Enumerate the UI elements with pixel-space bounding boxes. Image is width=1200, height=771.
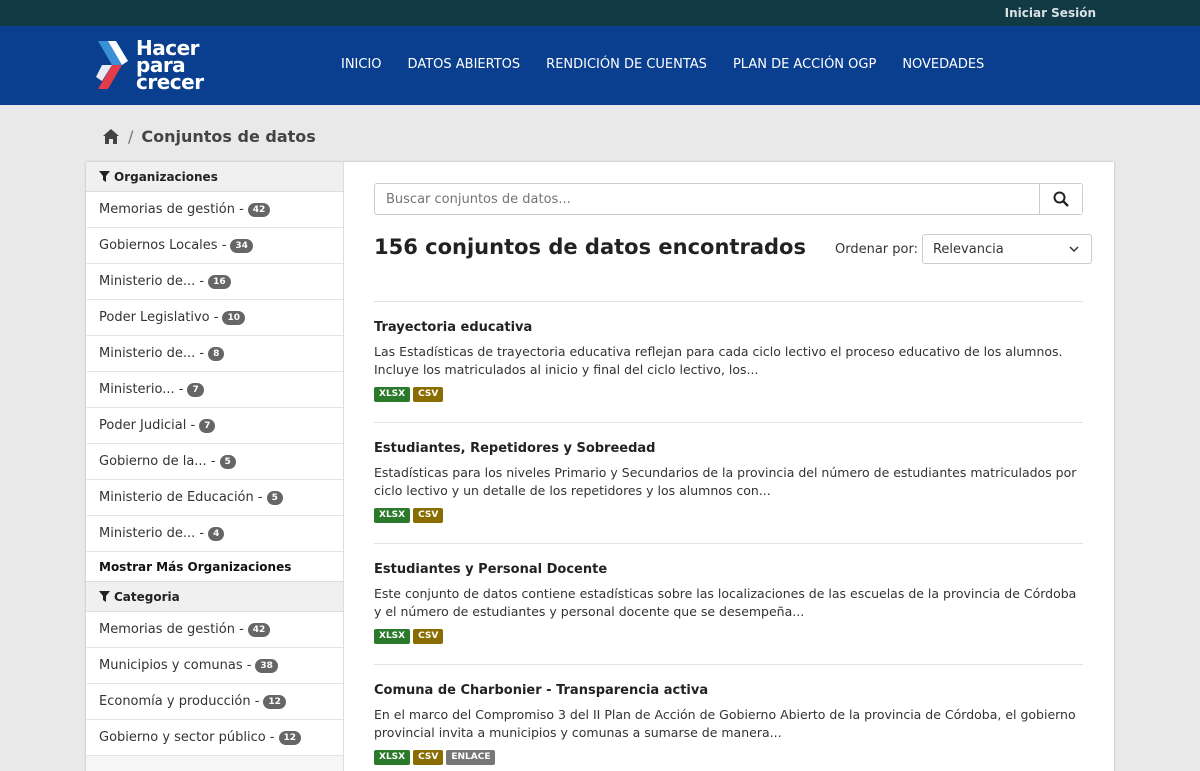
facet-item-category[interactable]: Gobierno y sector público -12 <box>86 720 343 756</box>
login-link[interactable]: Iniciar Sesión <box>1005 6 1096 20</box>
show-more-organizations-link[interactable]: Mostrar Más Organizaciones <box>86 552 343 582</box>
sort-control: Ordenar por: Relevancia <box>835 234 1092 264</box>
count-badge: 12 <box>263 694 286 709</box>
site-logo[interactable]: Hacer para crecer <box>96 35 204 94</box>
format-badge-xlsx[interactable]: XLSX <box>374 629 411 644</box>
facet-item-organization[interactable]: Gobierno de la... -5 <box>86 444 343 480</box>
count-badge: 5 <box>219 454 236 469</box>
dataset-item: Comuna de Charbonier - Transparencia act… <box>374 664 1083 771</box>
logo-text: Hacer para crecer <box>136 35 204 94</box>
dataset-title[interactable]: Estudiantes, Repetidores y Sobreedad <box>374 441 1083 456</box>
nav-datos-abiertos[interactable]: DATOS ABIERTOS <box>408 57 521 72</box>
breadcrumb: / Conjuntos de datos <box>102 127 316 146</box>
format-list: XLSX CSV <box>374 629 1083 644</box>
count-badge: 16 <box>208 274 231 289</box>
facet-item-organization[interactable]: Ministerio de... -4 <box>86 516 343 552</box>
dataset-description: Las Estadísticas de trayectoria educativ… <box>374 344 1063 377</box>
format-list: XLSX CSV ENLACE <box>374 750 1083 765</box>
results-content: 156 conjuntos de datos encontrados Orden… <box>344 162 1114 771</box>
search-form <box>374 183 1083 215</box>
dataset-title[interactable]: Comuna de Charbonier - Transparencia act… <box>374 683 1083 698</box>
facet-item-organization[interactable]: Gobiernos Locales -34 <box>86 228 343 264</box>
facet-item-category[interactable]: Economía y producción -12 <box>86 684 343 720</box>
dataset-list: Trayectoria educativa Las Estadísticas d… <box>374 301 1083 771</box>
facet-item-organization[interactable]: Ministerio de... -8 <box>86 336 343 372</box>
format-list: XLSX CSV <box>374 508 1083 523</box>
main-nav: INICIO DATOS ABIERTOS RENDICIÓN DE CUENT… <box>341 57 1010 72</box>
main-wrapper: Organizaciones Memorias de gestión -42 G… <box>86 162 1114 771</box>
count-badge: 10 <box>222 310 245 325</box>
dataset-description: En el marco del Compromiso 3 del II Plan… <box>374 707 1076 740</box>
sort-label: Ordenar por: <box>835 241 918 257</box>
nav-plan-de-accion-ogp[interactable]: PLAN DE ACCIÓN OGP <box>733 57 876 72</box>
count-badge: 4 <box>208 526 225 541</box>
format-badge-enlace[interactable]: ENLACE <box>446 750 496 765</box>
format-badge-csv[interactable]: CSV <box>413 750 444 765</box>
facet-heading-category: Categoria <box>86 582 343 612</box>
facet-item-organization[interactable]: Memorias de gestión -42 <box>86 192 343 228</box>
filter-icon <box>99 591 110 602</box>
count-badge: 34 <box>230 238 253 253</box>
breadcrumb-current[interactable]: Conjuntos de datos <box>141 127 315 146</box>
home-icon[interactable] <box>102 128 120 145</box>
count-badge: 12 <box>278 730 302 745</box>
count-badge: 7 <box>199 418 216 433</box>
facet-item-organization[interactable]: Ministerio... -7 <box>86 372 343 408</box>
dataset-item: Trayectoria educativa Las Estadísticas d… <box>374 301 1083 422</box>
dataset-title[interactable]: Estudiantes y Personal Docente <box>374 562 1083 577</box>
format-badge-xlsx[interactable]: XLSX <box>374 387 411 402</box>
sidebar: Organizaciones Memorias de gestión -42 G… <box>86 162 344 771</box>
dataset-item: Estudiantes y Personal Docente Este conj… <box>374 543 1083 664</box>
masthead: Hacer para crecer INICIO DATOS ABIERTOS … <box>0 26 1200 105</box>
format-badge-xlsx[interactable]: XLSX <box>374 508 411 523</box>
format-badge-csv[interactable]: CSV <box>413 387 444 402</box>
count-badge: 5 <box>266 490 283 505</box>
facet-heading-organizations: Organizaciones <box>86 162 343 192</box>
count-badge: 42 <box>247 202 271 217</box>
facet-item-category[interactable]: Municipios y comunas -38 <box>86 648 343 684</box>
facet-item-category[interactable]: Memorias de gestión -42 <box>86 612 343 648</box>
facet-item-organization[interactable]: Poder Legislativo -10 <box>86 300 343 336</box>
facet-item-organization[interactable]: Ministerio de Educación -5 <box>86 480 343 516</box>
search-icon <box>1053 191 1069 207</box>
filter-icon <box>99 171 110 182</box>
dataset-description: Estadísticas para los niveles Primario y… <box>374 465 1077 498</box>
format-badge-csv[interactable]: CSV <box>413 629 444 644</box>
results-count-heading: 156 conjuntos de datos encontrados <box>374 235 806 259</box>
chevron-down-icon <box>1069 245 1079 252</box>
dataset-item: Estudiantes, Repetidores y Sobreedad Est… <box>374 422 1083 543</box>
sort-select[interactable]: Relevancia <box>921 234 1092 264</box>
search-button[interactable] <box>1039 184 1082 214</box>
count-badge: 8 <box>208 346 225 361</box>
facet-item-organization[interactable]: Ministerio de... -16 <box>86 264 343 300</box>
breadcrumb-separator: / <box>128 127 134 146</box>
nav-rendicion-de-cuentas[interactable]: RENDICIÓN DE CUENTAS <box>546 57 707 72</box>
facet-item-organization[interactable]: Poder Judicial -7 <box>86 408 343 444</box>
nav-novedades[interactable]: NOVEDADES <box>902 57 984 72</box>
format-list: XLSX CSV <box>374 387 1083 402</box>
dataset-description: Este conjunto de datos contiene estadíst… <box>374 586 1077 619</box>
count-badge: 38 <box>255 658 278 673</box>
sort-selected-value: Relevancia <box>932 241 1004 257</box>
format-badge-csv[interactable]: CSV <box>413 508 444 523</box>
count-badge: 42 <box>247 622 271 637</box>
dataset-title[interactable]: Trayectoria educativa <box>374 320 1083 335</box>
logo-mark-icon <box>96 41 128 89</box>
nav-inicio[interactable]: INICIO <box>341 57 382 72</box>
top-bar: Iniciar Sesión <box>0 0 1200 26</box>
count-badge: 7 <box>187 382 204 397</box>
format-badge-xlsx[interactable]: XLSX <box>374 750 411 765</box>
search-input[interactable] <box>375 184 1039 214</box>
